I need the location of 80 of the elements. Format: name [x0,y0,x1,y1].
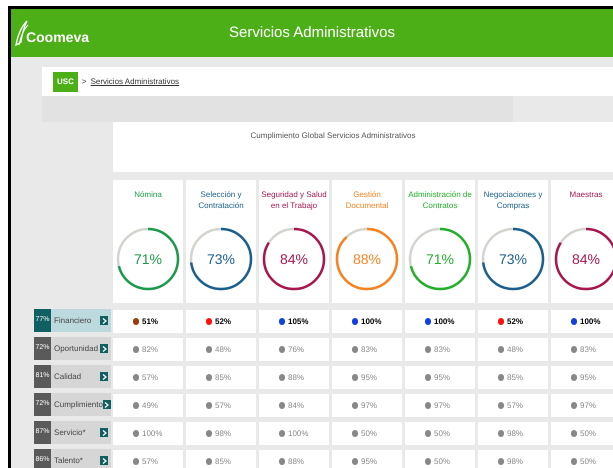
cell-value: 52% [215,316,232,328]
chevron-icon[interactable] [100,456,108,465]
category-label: Talento* [54,454,84,466]
gauge-ring [554,227,613,291]
cell-value: 88% [288,456,304,468]
gauge-percent: 71% [134,252,162,266]
cell-value: 85% [215,456,232,468]
chevron-icon[interactable] [100,316,108,325]
cell-value: 85% [215,372,232,384]
cell-value: 95% [361,372,378,384]
category-label: Servicio* [54,426,87,438]
breadcrumb-link[interactable]: Servicios Administrativos [90,76,180,88]
cell-value: 49% [142,400,158,412]
cell-value: 52% [507,316,524,328]
gauge-ring [335,227,399,291]
gauge-percent: 88% [352,252,382,266]
cell-value: 50% [434,428,450,440]
cell-value: 50% [580,456,596,468]
cell-value: 57% [142,456,158,468]
cell-value: 97% [434,400,450,412]
gauge-ring [408,227,472,291]
category-label: Oportunidad [54,342,100,354]
gauge-ring [262,227,326,291]
cell-value: 48% [507,344,524,356]
metric-title: Maestras [568,189,604,201]
gauge-ring [189,227,253,291]
cell-value: 100% [288,428,308,440]
metric-title: Nómina [133,189,163,201]
cell-value: 82% [142,344,158,356]
cell-value: 98% [507,456,524,468]
metric-title: Negociaciones y Compras [482,189,544,212]
panel-title: Cumplimiento Global Servicios Administrativos [250,130,416,142]
logo-text: Coomeva [26,30,90,44]
cell-value: 95% [580,372,596,384]
cell-value: 48% [215,344,232,356]
cell-value: 83% [580,344,596,356]
metric-title: Gestión Documental [344,189,390,212]
gauge-ring [481,227,545,291]
cell-value: 100% [361,316,382,328]
cell-value: 57% [215,400,232,412]
cell-value: 76% [288,344,304,356]
cell-value: 84% [288,400,304,412]
gauge-percent: 84% [572,252,600,266]
metric-title: Administración de Contratos [407,189,473,212]
chevron-icon[interactable] [102,400,111,409]
cell-value: 100% [580,316,600,328]
cell-value: 83% [361,344,378,356]
cell-value: 85% [507,372,524,384]
category-label: Calidad [54,370,82,382]
cell-value: 88% [288,372,304,384]
breadcrumb-separator: > [82,76,87,88]
cell-value: 98% [507,428,524,440]
cell-value: 50% [434,456,450,468]
cell-value: 57% [507,400,524,412]
cell-value: 57% [142,372,158,384]
cell-value: 51% [142,316,158,328]
gauge-percent: 73% [498,252,528,266]
cell-value: 50% [580,428,596,440]
cell-value: 98% [215,428,232,440]
metric-title: Selección y Contratación [197,189,245,212]
cell-value: 50% [361,428,378,440]
category-label: Financiero [54,314,92,326]
cell-value: 97% [361,400,378,412]
category-label: Cumplimiento [54,398,103,410]
cell-value: 105% [288,316,308,328]
chevron-icon[interactable] [100,344,108,353]
cell-value: 95% [434,372,450,384]
chevron-icon[interactable] [100,428,108,437]
cell-value: 83% [434,344,450,356]
cell-value: 95% [361,456,378,468]
gauge-percent: 71% [426,252,454,266]
cell-value: 100% [142,428,162,440]
metric-title: Seguridad y Salud en el Trabajo [260,189,328,212]
chevron-icon[interactable] [100,372,108,381]
page-title: Servicios Administrativos [229,22,395,43]
gauge-percent: 73% [206,252,236,266]
cell-value: 97% [580,400,596,412]
gauge-percent: 84% [280,252,308,266]
gauge-ring [116,227,180,291]
cell-value: 100% [434,316,454,328]
